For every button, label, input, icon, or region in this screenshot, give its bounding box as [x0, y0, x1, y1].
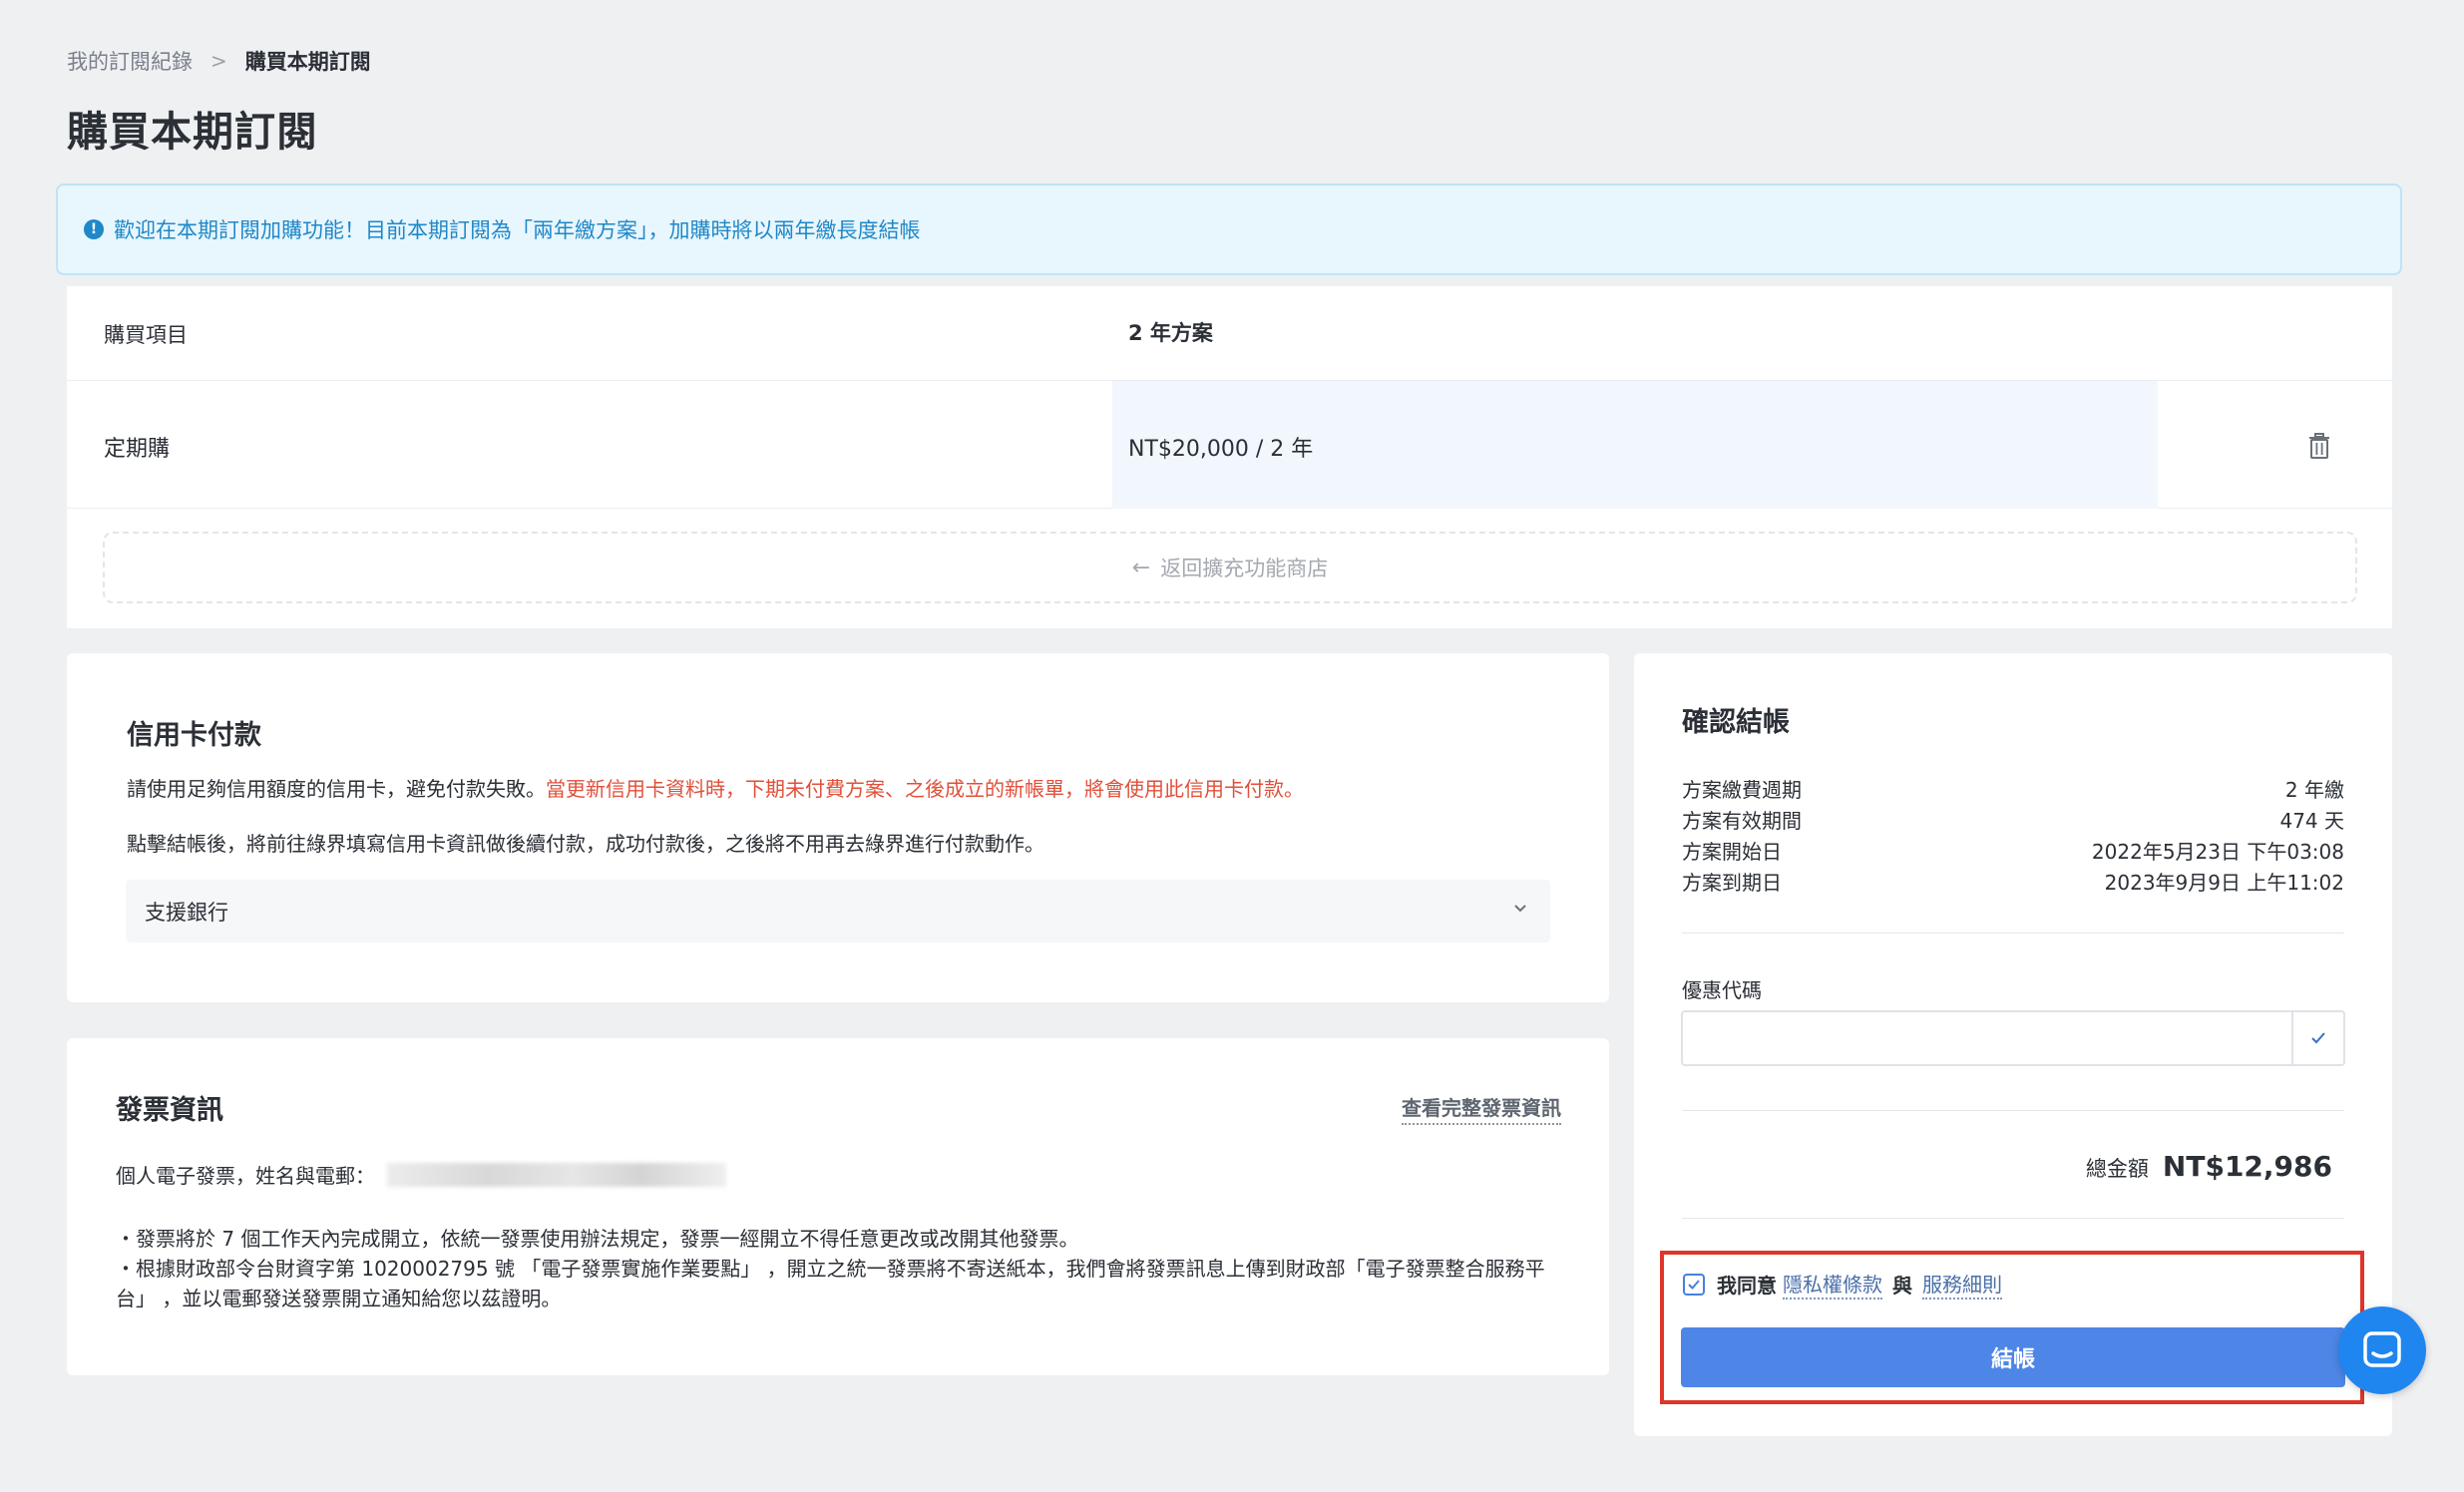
divider — [1682, 1218, 2344, 1219]
invoice-note: ・發票將於 7 個工作天內完成開立，依統一發票使用辦法規定，發票一經開立不得任意… — [116, 1227, 1079, 1251]
invoice-notes: ・發票將於 7 個工作天內完成開立，依統一發票使用辦法規定，發票一經開立不得任意… — [116, 1224, 1562, 1313]
total-value: NT$12,986 — [2162, 1150, 2332, 1183]
summary-row: 方案繳費週期 2 年繳 — [1682, 778, 2344, 802]
credit-card-instructions: 點擊結帳後，將前往綠界填寫信用卡資訊做後續付款，成功付款後，之後將不用再去綠界進… — [127, 832, 1044, 856]
chevron-down-icon — [1514, 905, 1526, 913]
item-row-price: NT$20,000 / 2 年 — [1128, 437, 1314, 462]
divider — [1682, 932, 2344, 933]
breadcrumb-current: 購買本期訂閱 — [244, 50, 371, 74]
checkout-title: 確認結帳 — [1682, 707, 1790, 738]
info-banner: ! 歡迎在本期訂閱加購功能！目前本期訂閱為「兩年繳方案」，加購時將以兩年繳長度結… — [56, 184, 2402, 275]
coupon-label: 優惠代碼 — [1682, 978, 1762, 1002]
item-row-label: 定期購 — [104, 437, 171, 462]
item-row-subscription: 定期購 NT$20,000 / 2 年 — [67, 381, 2392, 509]
breadcrumb-link-subscriptions[interactable]: 我的訂閱紀錄 — [67, 46, 193, 76]
invoice-title: 發票資訊 — [116, 1095, 223, 1126]
items-header-row: 購買項目 2 年方案 — [67, 286, 2392, 381]
invoice-info-card: 發票資訊 查看完整發票資訊 個人電子發票，姓名與電郵： ・發票將於 7 個工作天… — [67, 1038, 1609, 1375]
divider — [1682, 1110, 2344, 1111]
items-header-value: 2 年方案 — [1128, 321, 1213, 345]
summary-row: 方案開始日 2022年5月23日 下午03:08 — [1682, 840, 2344, 864]
page-title: 購買本期訂閱 — [67, 108, 318, 156]
invoice-type: 個人電子發票，姓名與電郵： — [116, 1160, 726, 1189]
credit-card-title: 信用卡付款 — [127, 720, 261, 751]
chat-icon — [2363, 1331, 2401, 1367]
summary-row: 方案到期日 2023年9月9日 上午11:02 — [1682, 871, 2344, 895]
back-to-store-button[interactable]: ← 返回擴充功能商店 — [103, 532, 2357, 603]
highlight-box — [1660, 1251, 2364, 1404]
chevron-right-icon: > — [210, 49, 227, 73]
items-header-label: 購買項目 — [104, 323, 188, 347]
summary-row: 方案有效期間 474 天 — [1682, 809, 2344, 833]
apply-coupon-button[interactable] — [2291, 1012, 2343, 1064]
invoice-note: ・根據財政部令台財資字第 1020002795 號 「電子發票實施作業要點」 ，… — [116, 1257, 1545, 1310]
check-icon — [2311, 1032, 2325, 1044]
credit-card-description: 請使用足夠信用額度的信用卡，避免付款失敗。當更新信用卡資料時，下期未付費方案、之… — [127, 777, 1304, 801]
supported-banks-dropdown[interactable]: 支援銀行 — [126, 880, 1550, 942]
info-icon: ! — [84, 219, 104, 239]
chat-button[interactable] — [2338, 1306, 2426, 1394]
total-label: 總金額 — [2085, 1157, 2149, 1181]
arrow-left-icon: ← — [1131, 555, 1151, 580]
credit-card-warning: 當更新信用卡資料時，下期未付費方案、之後成立的新帳單，將會使用此信用卡付款。 — [546, 777, 1304, 801]
supported-banks-label: 支援銀行 — [145, 900, 228, 925]
back-to-store-label: 返回擴充功能商店 — [1160, 557, 1329, 580]
coupon-field — [1681, 1010, 2345, 1066]
redacted-contact — [387, 1162, 726, 1187]
info-banner-text: 歡迎在本期訂閱加購功能！目前本期訂閱為「兩年繳方案」，加購時將以兩年繳長度結帳 — [114, 218, 921, 242]
coupon-input[interactable] — [1683, 1012, 2281, 1062]
total-amount: 總金額 NT$12,986 — [2086, 1150, 2332, 1183]
purchase-items-card: 購買項目 2 年方案 定期購 NT$20,000 / 2 年 ← 返回擴充功能商… — [67, 286, 2392, 628]
view-full-invoice-link[interactable]: 查看完整發票資訊 — [1402, 1092, 1561, 1125]
breadcrumb: 我的訂閱紀錄 > 購買本期訂閱 — [67, 46, 371, 76]
credit-card-payment-card: 信用卡付款 請使用足夠信用額度的信用卡，避免付款失敗。當更新信用卡資料時，下期未… — [67, 653, 1609, 1002]
trash-icon[interactable] — [2308, 433, 2330, 459]
